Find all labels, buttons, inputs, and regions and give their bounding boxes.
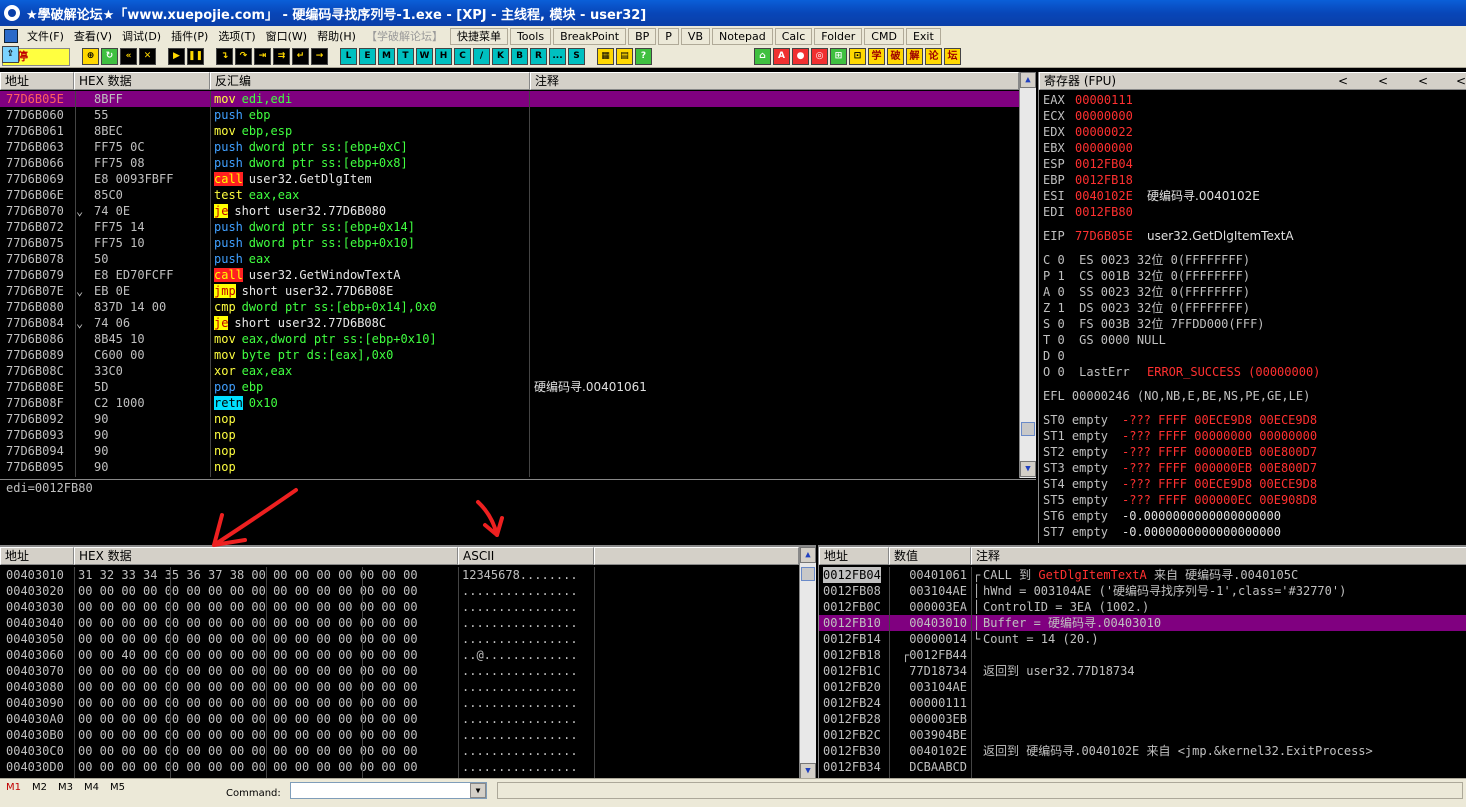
tab-m2[interactable]: M2 [32, 782, 47, 793]
red-arrow-left [212, 488, 298, 547]
red-arrow-right [476, 500, 504, 537]
tab-m5[interactable]: M5 [110, 782, 125, 793]
command-input[interactable] [290, 782, 487, 799]
tab-m1[interactable]: M1 [6, 782, 21, 793]
command-label: Command: [226, 788, 281, 799]
bottom-bar: M1 M2 M3 M4 M5 Command: ▼ [0, 778, 1466, 807]
annotation-arrows [212, 488, 504, 547]
tab-m4[interactable]: M4 [84, 782, 99, 793]
status-field [497, 782, 1463, 799]
tab-m3[interactable]: M3 [58, 782, 73, 793]
command-dropdown-arrow[interactable]: ▼ [470, 783, 486, 798]
